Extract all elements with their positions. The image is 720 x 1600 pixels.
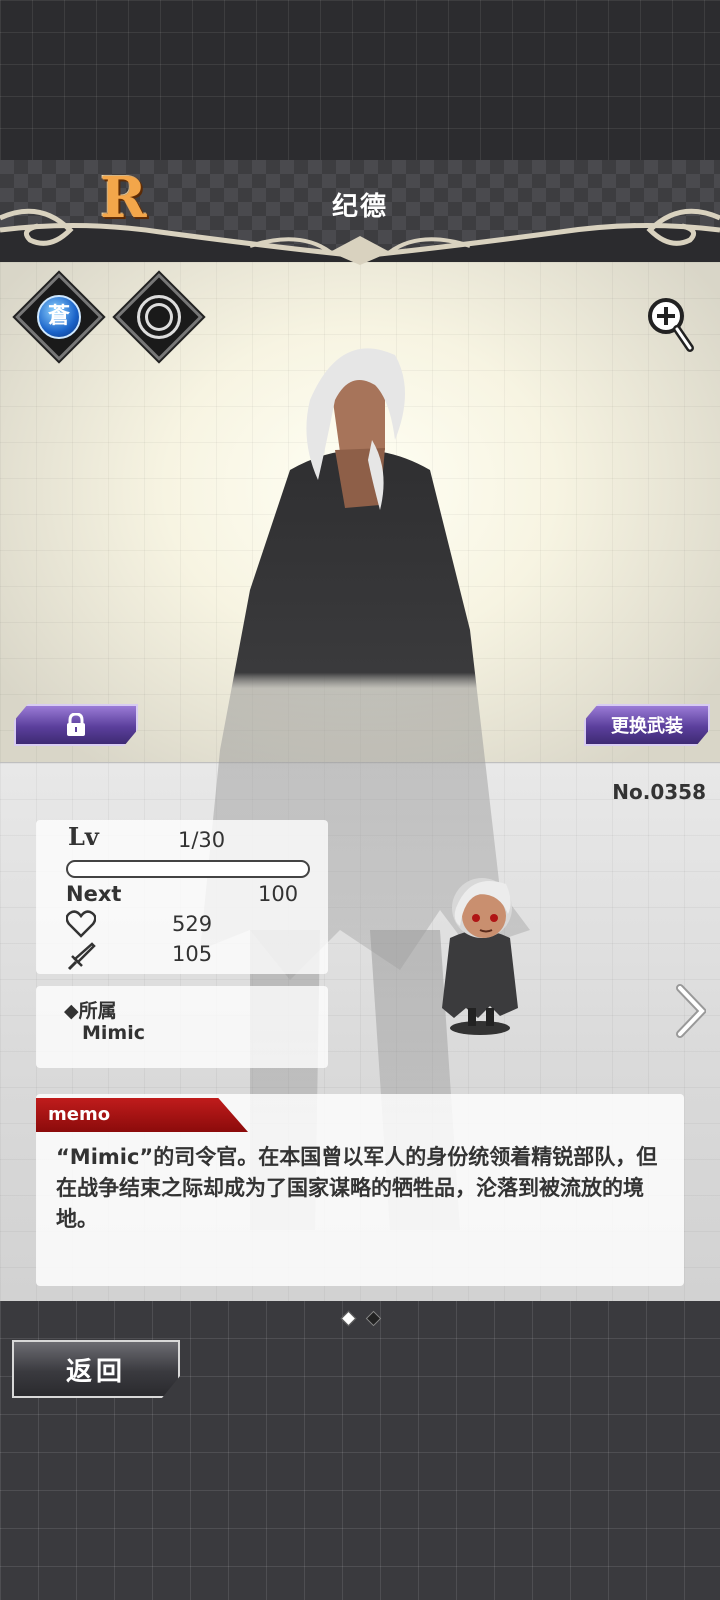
- lock-button[interactable]: [14, 704, 138, 746]
- zoom-in-icon[interactable]: [646, 296, 696, 354]
- memo-text: “Mimic”的司令官。在本国曾以军人的身份统领着精锐部队，但在战争结束之际却成…: [56, 1145, 658, 1231]
- top-background: [0, 0, 720, 160]
- sword-icon: [67, 942, 96, 971]
- level-value: 1/30: [178, 828, 226, 852]
- change-weapon-button[interactable]: 更换武装: [584, 704, 710, 746]
- faction-box: ◆所属 Mimic: [36, 986, 328, 1068]
- lock-icon: [65, 713, 87, 737]
- attack-value: 105: [172, 942, 213, 966]
- character-name: 纪德: [331, 192, 388, 222]
- next-label: Next: [66, 882, 122, 906]
- chibi-character: [442, 878, 518, 1035]
- faction-value: Mimic: [82, 1022, 145, 1044]
- xp-bar: [66, 860, 310, 878]
- memo-tag: memo: [36, 1098, 248, 1132]
- next-arrow-icon[interactable]: [676, 984, 706, 1038]
- faction-label: ◆所属: [64, 1000, 117, 1022]
- heart-icon: [66, 910, 96, 938]
- hp-value: 529: [172, 912, 213, 936]
- blue-attribute-icon: 蒼: [37, 295, 81, 339]
- next-value: 100: [258, 882, 299, 906]
- card-number: No.0358: [612, 780, 706, 804]
- back-button[interactable]: 返回: [12, 1340, 180, 1398]
- stats-box: Lv 1/30 Next 100 529 105: [36, 820, 328, 974]
- level-label: Lv: [68, 822, 99, 851]
- ring-skill-icon: [137, 295, 181, 339]
